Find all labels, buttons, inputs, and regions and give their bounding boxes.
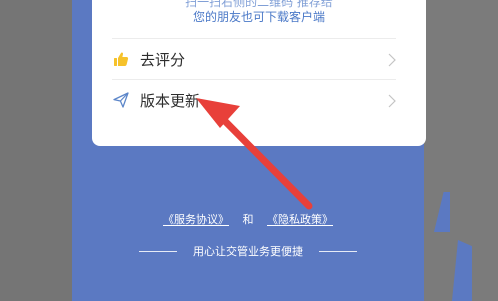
menu-item-rate[interactable]: 去评分 — [112, 39, 396, 79]
chevron-right-icon — [388, 52, 396, 71]
send-icon — [112, 91, 130, 109]
thumbs-up-icon — [112, 50, 130, 68]
about-card: 扫一扫右侧的二维码 推荐给 您的朋友也可下载客户端 去评分 版本更新 — [92, 0, 426, 146]
slogan-text: 用心让交管业务更便捷 — [193, 245, 303, 258]
menu-item-version-update[interactable]: 版本更新 — [112, 80, 396, 120]
slogan-divider-left — [139, 250, 177, 252]
menu-item-version-update-label: 版本更新 — [140, 91, 201, 110]
slogan: 用心让交管业务更便捷 — [72, 243, 424, 259]
slogan-divider-right — [319, 250, 357, 252]
chevron-right-icon — [388, 93, 396, 112]
service-agreement-link[interactable]: 《服务协议》 — [163, 213, 229, 226]
background-left — [0, 0, 72, 301]
footer-links: 《服务协议》 和 《隐私政策》 — [72, 211, 424, 227]
menu-item-rate-label: 去评分 — [140, 50, 186, 69]
privacy-policy-link[interactable]: 《隐私政策》 — [267, 213, 333, 226]
and-text: 和 — [242, 213, 254, 226]
share-text: 您的朋友也可下载客户端 — [192, 10, 325, 24]
